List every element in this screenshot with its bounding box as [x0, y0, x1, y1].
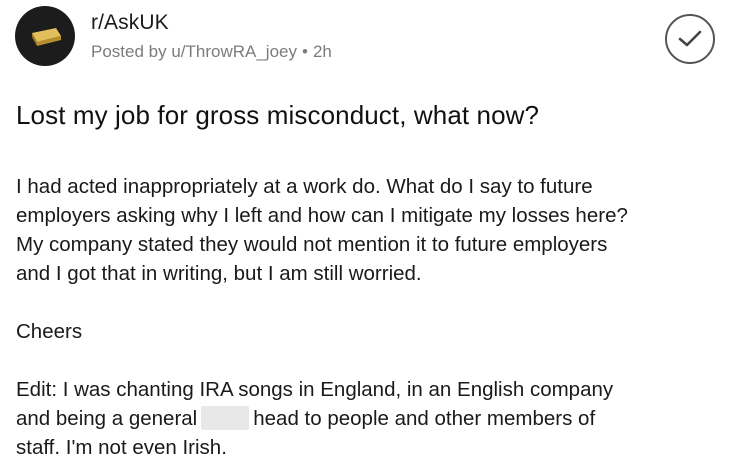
body-line: employers asking why I left and how can …: [16, 204, 628, 227]
edit-paragraph: Edit: I was chanting IRA songs in Englan…: [16, 375, 731, 462]
post-body: I had acted inappropriately at a work do…: [16, 172, 731, 462]
checkmark-icon: [678, 30, 702, 47]
post-meta: Posted by u/ThrowRA_joey • 2h: [91, 42, 332, 62]
body-signoff: Cheers: [16, 320, 83, 343]
posted-by[interactable]: Posted by u/ThrowRA_joey: [91, 42, 297, 62]
gold-bar-icon: [32, 28, 61, 46]
redacted-word: [201, 406, 250, 430]
body-paragraph: I had acted inappropriately at a work do…: [16, 172, 731, 288]
edit-line: head to people and other members of: [253, 407, 596, 430]
meta-separator: •: [302, 42, 308, 61]
post-title[interactable]: Lost my job for gross misconduct, what n…: [16, 100, 539, 131]
joined-button[interactable]: [665, 14, 715, 64]
body-line: My company stated they would not mention…: [16, 233, 608, 256]
post-age: 2h: [312, 42, 332, 61]
edit-line: staff. I'm not even Irish.: [16, 436, 227, 459]
subreddit-name[interactable]: r/AskUK: [91, 11, 169, 35]
edit-line: and being a general: [16, 407, 198, 430]
edit-line: Edit: I was chanting IRA songs in Englan…: [16, 378, 614, 401]
subreddit-avatar[interactable]: [15, 6, 75, 66]
reddit-post: r/AskUK Posted by u/ThrowRA_joey • 2h Lo…: [0, 0, 740, 462]
body-line: and I got that in writing, but I am stil…: [16, 262, 422, 285]
body-line: I had acted inappropriately at a work do…: [16, 175, 593, 198]
